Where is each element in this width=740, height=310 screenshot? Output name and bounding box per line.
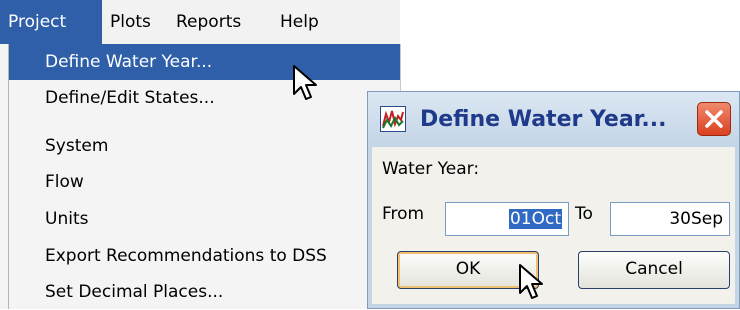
project-dropdown-menu: Define Water Year... Define/Edit States.… bbox=[0, 44, 401, 309]
water-year-label: Water Year: bbox=[382, 159, 480, 179]
menu-item-define-edit-states[interactable]: Define/Edit States... bbox=[9, 80, 400, 116]
menu-item-system[interactable]: System bbox=[9, 128, 400, 164]
from-label: From bbox=[382, 204, 425, 224]
dialog-body: Water Year: From 01Oct To 30Sep OK Cance… bbox=[372, 147, 735, 304]
dialog-titlebar[interactable]: Define Water Year... bbox=[368, 92, 739, 147]
app-chart-icon bbox=[380, 106, 406, 132]
define-water-year-dialog: Define Water Year... Water Year: From 01… bbox=[367, 91, 740, 309]
menu-reports[interactable]: Reports bbox=[168, 0, 272, 44]
menu-item-export-recommendations[interactable]: Export Recommendations to DSS bbox=[9, 238, 400, 274]
to-date-input[interactable]: 30Sep bbox=[610, 202, 730, 236]
cancel-button[interactable]: Cancel bbox=[578, 251, 730, 289]
mouse-pointer-icon bbox=[519, 264, 543, 299]
menu-item-set-decimal-places[interactable]: Set Decimal Places... bbox=[9, 274, 400, 310]
dialog-title: Define Water Year... bbox=[420, 107, 667, 132]
mouse-pointer-icon bbox=[293, 65, 317, 100]
menu-project[interactable]: Project bbox=[0, 0, 102, 44]
from-date-input[interactable]: 01Oct bbox=[445, 202, 569, 236]
close-icon bbox=[705, 110, 723, 128]
to-date-value: 30Sep bbox=[669, 209, 723, 229]
menu-item-units[interactable]: Units bbox=[9, 201, 400, 237]
to-label: To bbox=[575, 204, 593, 224]
menu-plots[interactable]: Plots bbox=[102, 0, 168, 44]
from-date-value: 01Oct bbox=[508, 209, 562, 229]
menu-item-flow[interactable]: Flow bbox=[9, 164, 400, 200]
menu-bar: Project Plots Reports Help bbox=[0, 0, 400, 44]
close-button[interactable] bbox=[697, 102, 731, 136]
menu-help[interactable]: Help bbox=[272, 0, 332, 44]
menu-item-define-water-year[interactable]: Define Water Year... bbox=[9, 44, 400, 80]
